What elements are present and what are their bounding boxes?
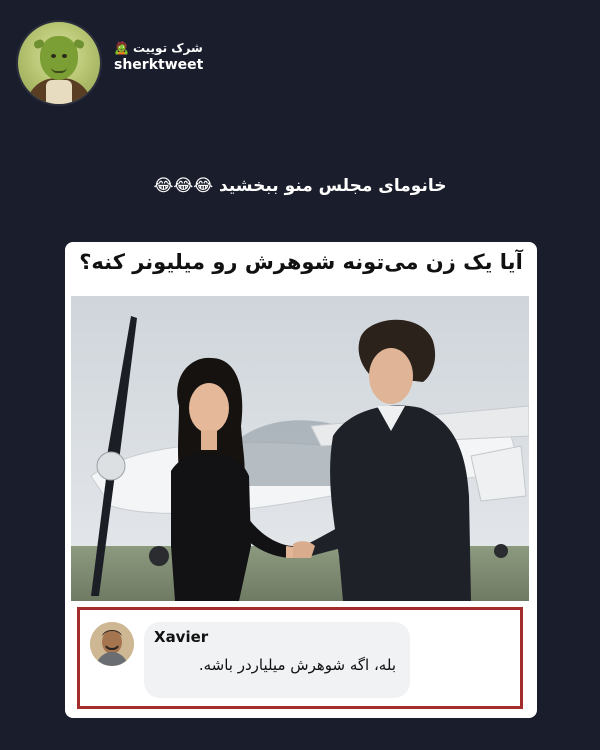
commenter-name: Xavier — [154, 628, 209, 646]
username-handle[interactable]: sherktweet — [114, 57, 203, 73]
meme-card: آیا یک زن می‌تونه شوهرش رو میلیونر کنه؟ — [65, 242, 537, 718]
shrek-avatar-icon[interactable] — [16, 20, 102, 106]
post-header: شرک توییت 🧟 sherktweet — [16, 20, 203, 106]
zombie-emoji-icon: 🧟 — [114, 41, 129, 55]
display-name[interactable]: شرک توییت — [133, 41, 203, 55]
comment-bubble: Xavier بله، اگه شوهرش میلیاردر باشه. — [144, 622, 410, 698]
couple-handshake-airplane-photo — [71, 296, 529, 601]
meme-title: آیا یک زن می‌تونه شوهرش رو میلیونر کنه؟ — [79, 250, 523, 274]
highlighted-comment: Xavier بله، اگه شوهرش میلیاردر باشه. — [77, 607, 523, 709]
post-caption: خانومای مجلس منو ببخشید 😂😂😂 — [153, 176, 447, 196]
display-name-row[interactable]: شرک توییت 🧟 — [114, 41, 203, 55]
commenter-avatar-icon — [90, 622, 134, 666]
comment-text: بله، اگه شوهرش میلیاردر باشه. — [198, 656, 396, 674]
user-meta: شرک توییت 🧟 sherktweet — [114, 41, 203, 73]
